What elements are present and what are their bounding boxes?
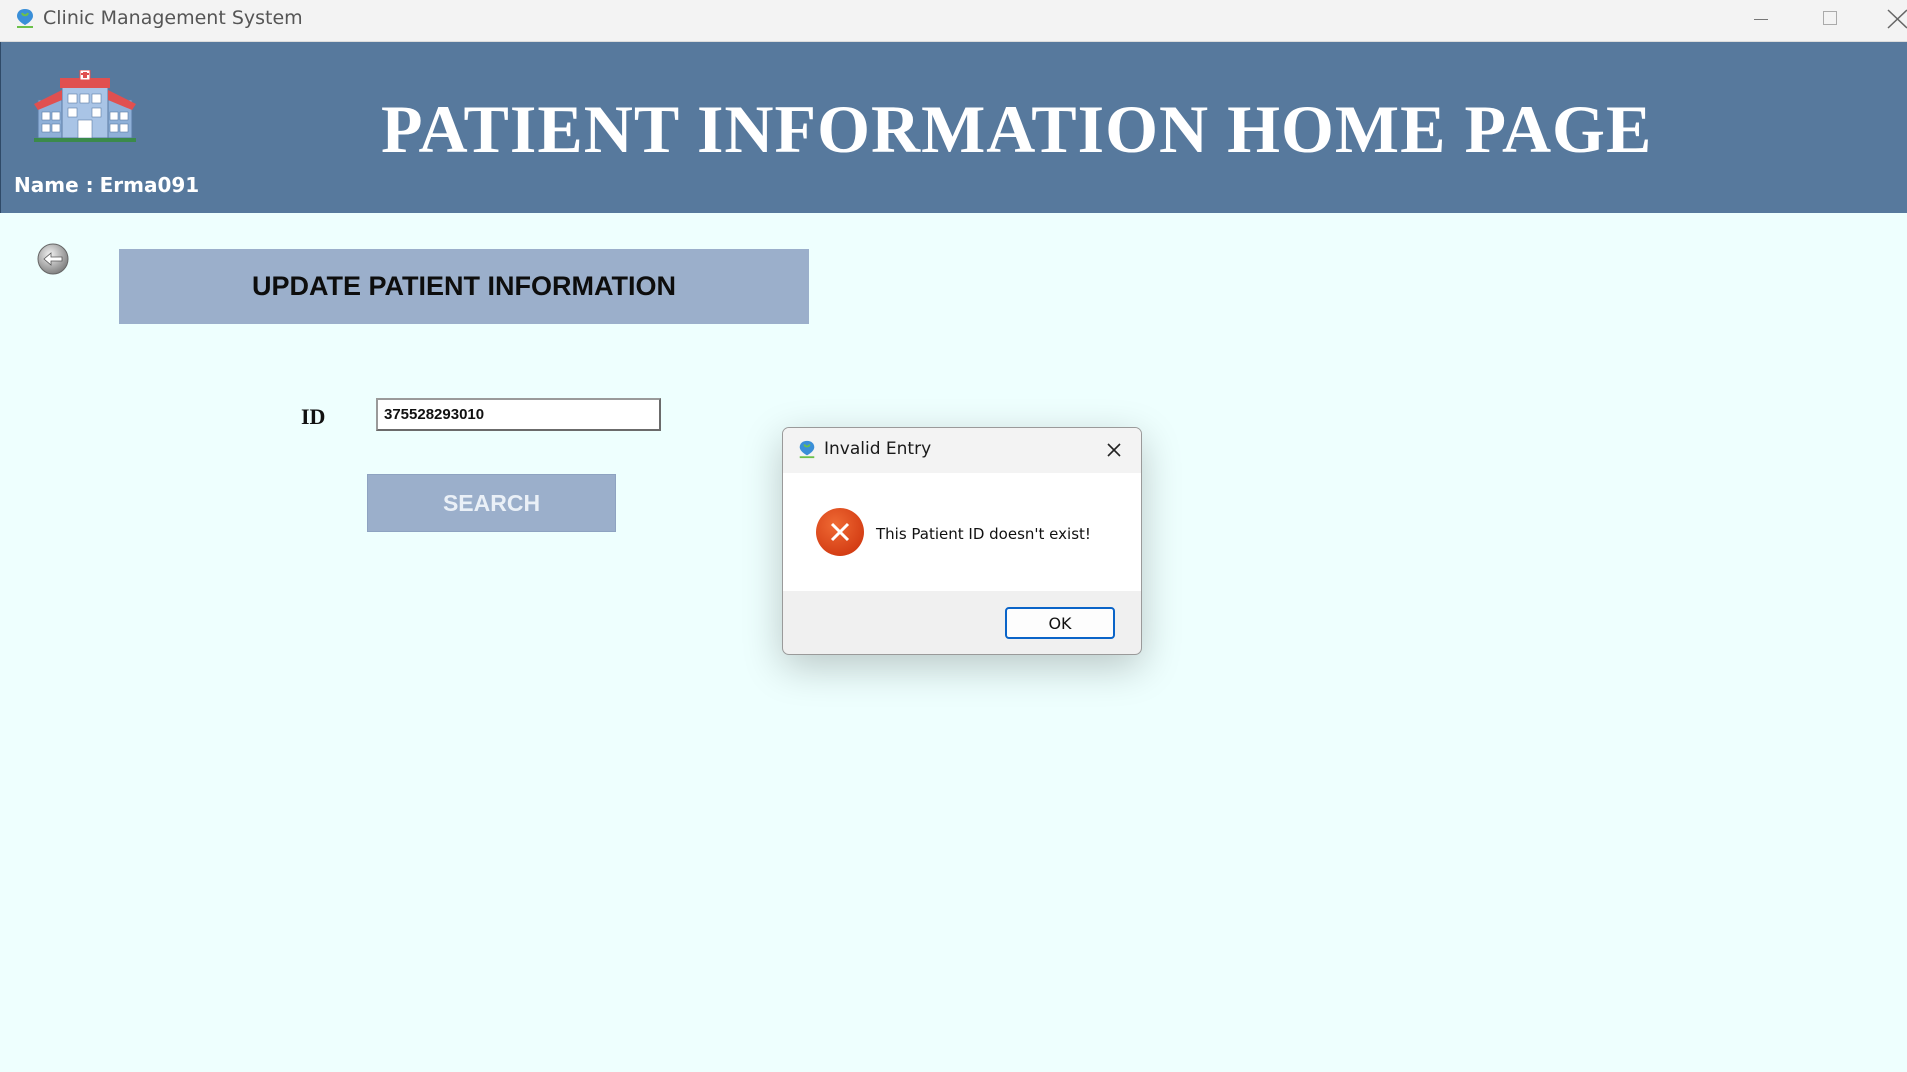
patient-id-input[interactable] [376,398,661,431]
search-button[interactable]: SEARCH [367,474,616,532]
dialog-title: Invalid Entry [824,439,932,459]
window-titlebar: Clinic Management System [0,0,1907,42]
app-logo-icon [799,440,815,459]
maximize-button[interactable] [1800,0,1860,41]
user-name-label: Name : [14,173,94,197]
back-arrow-icon[interactable] [37,243,69,275]
app-header: PATIENT INFORMATION HOME PAGE Name : Erma… [0,42,1907,213]
app-logo-icon [17,9,33,28]
hospital-building-icon [34,70,136,142]
section-title: UPDATE PATIENT INFORMATION [252,271,676,301]
dialog-message: This Patient ID doesn't exist! [876,525,1091,543]
user-name-line: Name : Erma091 [14,173,205,197]
window-title: Clinic Management System [43,7,303,29]
minimize-button[interactable] [1732,0,1792,41]
dialog-body: This Patient ID doesn't exist! [783,473,1141,591]
invalid-entry-dialog: Invalid Entry This Patient ID doesn't ex… [782,427,1142,655]
dialog-titlebar: Invalid Entry [783,428,1141,473]
section-banner: UPDATE PATIENT INFORMATION [119,249,809,324]
user-name-value: Erma091 [99,173,200,197]
id-label: ID [301,404,326,429]
close-window-button[interactable] [1868,0,1907,41]
ok-button[interactable]: OK [1005,607,1115,639]
error-icon [816,508,864,556]
page-title: PATIENT INFORMATION HOME PAGE [381,91,1653,167]
dialog-close-icon[interactable] [1101,437,1127,463]
close-icon [1887,9,1907,29]
